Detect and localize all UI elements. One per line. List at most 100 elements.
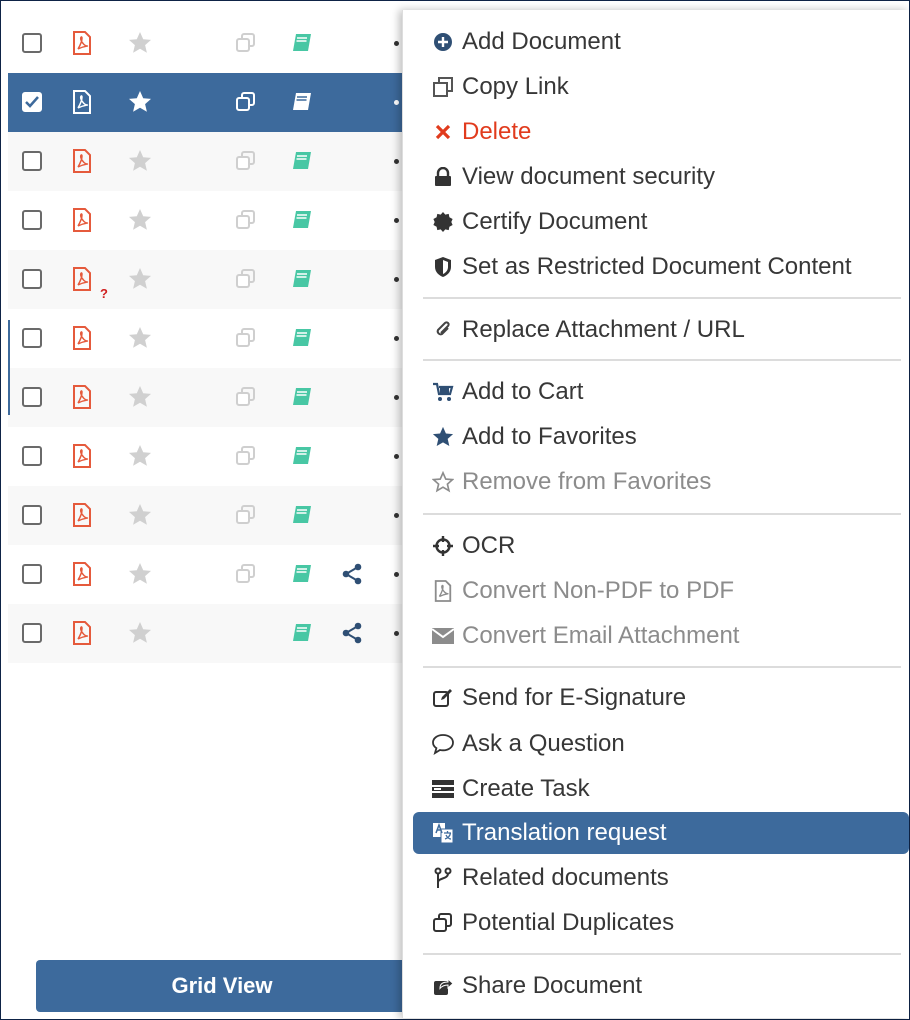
menu-item-ocr[interactable]: OCR xyxy=(413,525,909,567)
row-checkbox[interactable] xyxy=(22,92,42,112)
book-icon[interactable] xyxy=(290,208,314,232)
star-icon[interactable] xyxy=(128,385,152,409)
menu-item-remove-from-favorites[interactable]: Remove from Favorites xyxy=(413,461,909,503)
menu-item-ask-question[interactable]: Ask a Question xyxy=(413,723,909,765)
more-dot[interactable] xyxy=(394,336,399,341)
pdf-icon[interactable] xyxy=(70,31,94,55)
pdf-icon[interactable] xyxy=(70,208,94,232)
menu-item-share-document[interactable]: Share Document xyxy=(413,965,909,1007)
duplicate-icon[interactable] xyxy=(234,267,258,291)
menu-item-copy-link[interactable]: Copy Link xyxy=(413,66,909,108)
more-dot[interactable] xyxy=(394,218,399,223)
table-row[interactable] xyxy=(8,604,408,663)
star-icon[interactable] xyxy=(128,326,152,350)
book-icon[interactable] xyxy=(290,149,314,173)
row-checkbox[interactable] xyxy=(22,387,42,407)
duplicate-icon[interactable] xyxy=(234,503,258,527)
pdf-icon[interactable] xyxy=(70,326,94,350)
table-row[interactable] xyxy=(8,14,408,73)
row-checkbox[interactable] xyxy=(22,505,42,525)
duplicate-icon[interactable] xyxy=(234,444,258,468)
menu-item-convert-email[interactable]: Convert Email Attachment xyxy=(413,615,909,657)
menu-item-certify[interactable]: Certify Document xyxy=(413,201,909,243)
pdf-icon[interactable] xyxy=(70,385,94,409)
menu-item-label: Potential Duplicates xyxy=(462,909,675,936)
menu-item-add-document[interactable]: Add Document xyxy=(413,21,909,63)
menu-item-restricted[interactable]: Set as Restricted Document Content xyxy=(413,246,909,288)
table-row[interactable] xyxy=(8,486,408,545)
menu-item-convert-non-pdf[interactable]: Convert Non-PDF to PDF xyxy=(413,570,909,612)
star-icon[interactable] xyxy=(128,503,152,527)
table-row[interactable] xyxy=(8,427,408,486)
book-icon[interactable] xyxy=(290,326,314,350)
menu-item-create-task[interactable]: Create Task xyxy=(413,768,909,810)
pdf-icon[interactable] xyxy=(70,562,94,586)
book-icon[interactable] xyxy=(290,444,314,468)
duplicate-icon[interactable] xyxy=(234,326,258,350)
book-icon[interactable] xyxy=(290,267,314,291)
duplicate-icon[interactable] xyxy=(234,562,258,586)
row-checkbox[interactable] xyxy=(22,623,42,643)
menu-item-view-security[interactable]: View document security xyxy=(413,156,909,198)
more-dot[interactable] xyxy=(394,277,399,282)
more-dot[interactable] xyxy=(394,100,399,105)
menu-item-translation-request[interactable]: Translation request xyxy=(413,812,909,854)
more-dot[interactable] xyxy=(394,513,399,518)
more-dot[interactable] xyxy=(394,395,399,400)
duplicate-icon[interactable] xyxy=(234,31,258,55)
book-icon[interactable] xyxy=(290,90,314,114)
row-checkbox[interactable] xyxy=(22,33,42,53)
table-row[interactable] xyxy=(8,309,408,368)
pdf-icon[interactable] xyxy=(70,90,94,114)
table-row[interactable] xyxy=(8,73,408,132)
row-checkbox[interactable] xyxy=(22,446,42,466)
menu-item-potential-duplicates[interactable]: Potential Duplicates xyxy=(413,902,909,944)
star-icon[interactable] xyxy=(128,621,152,645)
more-dot[interactable] xyxy=(394,454,399,459)
pdf-icon[interactable] xyxy=(70,621,94,645)
book-icon[interactable] xyxy=(290,621,314,645)
menu-item-send-esignature[interactable]: Send for E-Signature xyxy=(413,677,909,719)
menu-item-delete[interactable]: Delete xyxy=(413,111,909,153)
table-row[interactable]: ? xyxy=(8,250,408,309)
book-icon[interactable] xyxy=(290,562,314,586)
star-icon[interactable] xyxy=(128,208,152,232)
table-row[interactable] xyxy=(8,545,408,604)
row-checkbox[interactable] xyxy=(22,328,42,348)
duplicate-icon[interactable] xyxy=(234,90,258,114)
pdf-icon[interactable] xyxy=(70,267,94,291)
duplicate-icon[interactable] xyxy=(234,208,258,232)
menu-item-add-to-favorites[interactable]: Add to Favorites xyxy=(413,416,909,458)
table-row[interactable] xyxy=(8,191,408,250)
row-checkbox[interactable] xyxy=(22,151,42,171)
pdf-icon[interactable] xyxy=(70,149,94,173)
share-icon[interactable] xyxy=(340,562,364,586)
star-icon[interactable] xyxy=(128,562,152,586)
star-icon[interactable] xyxy=(128,444,152,468)
star-icon[interactable] xyxy=(128,267,152,291)
star-icon[interactable] xyxy=(128,31,152,55)
more-dot[interactable] xyxy=(394,572,399,577)
more-dot[interactable] xyxy=(394,41,399,46)
row-checkbox[interactable] xyxy=(22,564,42,584)
menu-item-add-to-cart[interactable]: Add to Cart xyxy=(413,371,909,413)
duplicate-icon[interactable] xyxy=(234,149,258,173)
menu-item-replace-attachment[interactable]: Replace Attachment / URL xyxy=(413,309,909,351)
more-dot[interactable] xyxy=(394,631,399,636)
more-dot[interactable] xyxy=(394,159,399,164)
grid-view-button[interactable]: Grid View xyxy=(36,960,408,1012)
pdf-icon[interactable] xyxy=(70,444,94,468)
menu-item-related-documents[interactable]: Related documents xyxy=(413,857,909,899)
star-icon[interactable] xyxy=(128,149,152,173)
row-checkbox[interactable] xyxy=(22,269,42,289)
table-row[interactable] xyxy=(8,132,408,191)
table-row[interactable] xyxy=(8,368,408,427)
book-icon[interactable] xyxy=(290,31,314,55)
book-icon[interactable] xyxy=(290,385,314,409)
pdf-icon[interactable] xyxy=(70,503,94,527)
share-icon[interactable] xyxy=(340,621,364,645)
book-icon[interactable] xyxy=(290,503,314,527)
star-icon[interactable] xyxy=(128,90,152,114)
duplicate-icon[interactable] xyxy=(234,385,258,409)
row-checkbox[interactable] xyxy=(22,210,42,230)
